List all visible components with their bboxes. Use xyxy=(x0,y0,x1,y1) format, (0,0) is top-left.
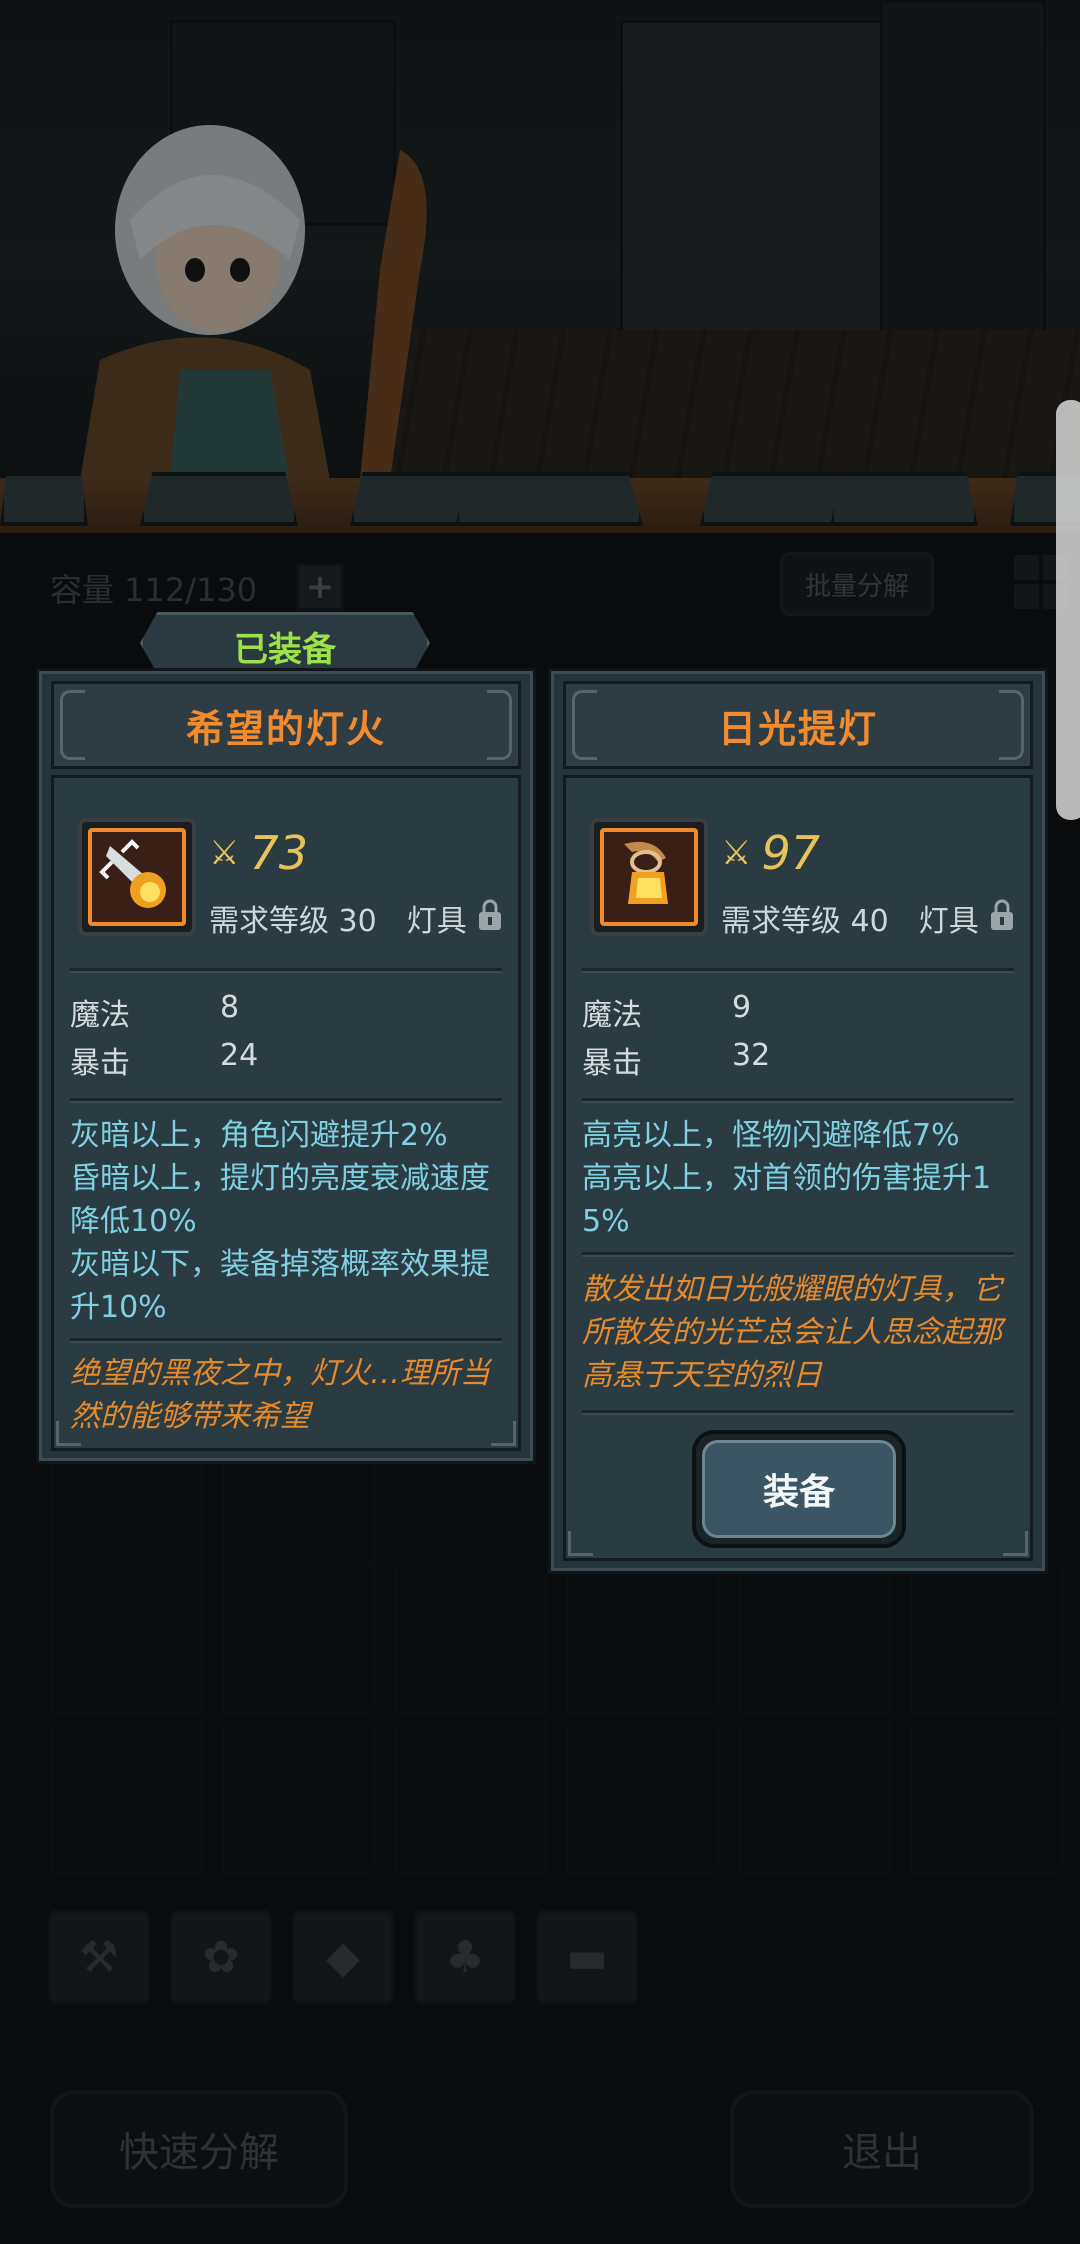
item-power: ⚔ 97 xyxy=(721,826,820,880)
stat-label: 暴击 xyxy=(582,1046,642,1081)
level-req-text: 需求等级 40 xyxy=(721,904,889,939)
item-name: 希望的灯火 xyxy=(185,706,386,751)
level-requirement: 需求等级 30 灯具 xyxy=(209,896,467,940)
stat-label: 暴击 xyxy=(70,1046,130,1081)
equip-button-label: 装备 xyxy=(702,1440,896,1538)
stat-value: 32 xyxy=(732,1038,771,1073)
lock-icon[interactable] xyxy=(988,898,1016,932)
equip-button[interactable]: 装备 xyxy=(692,1430,906,1548)
power-value: 97 xyxy=(761,826,821,880)
item-flavor-text: 散发出如日光般耀眼的灯具，它所散发的光芒总会让人思念起那高悬于天空的烈日 xyxy=(582,1272,1002,1393)
item-effects: 灰暗以上，角色闪避提升2% 昏暗以上，提灯的亮度衰减速度降低10% 灰暗以下，装… xyxy=(70,1118,490,1325)
stat-row: 暴击 24 xyxy=(70,1038,258,1082)
item-type: 灯具 xyxy=(918,904,979,939)
item-effects: 高亮以上，怪物闪避降低7% 高亮以上，对首领的伤害提升15% xyxy=(582,1118,992,1239)
item-name-header: 日光提灯 xyxy=(563,681,1033,769)
level-req-text: 需求等级 30 xyxy=(209,904,377,939)
item-name: 日光提灯 xyxy=(717,706,878,751)
stat-value: 24 xyxy=(220,1038,259,1073)
item-flavor-text: 绝望的黑夜之中，灯火…理所当然的能够带来希望 xyxy=(70,1356,490,1434)
stat-label: 魔法 xyxy=(70,998,130,1033)
lock-icon[interactable] xyxy=(476,898,504,932)
power-icon: ⚔ xyxy=(209,833,240,873)
power-icon: ⚔ xyxy=(721,833,752,873)
lantern-item-icon xyxy=(78,818,196,936)
sun-lantern-item-icon xyxy=(590,818,708,936)
item-power: ⚔ 73 xyxy=(209,826,308,880)
equipped-item-card: 希望的灯火 ⚔ 73 需求等级 30 灯具 魔法 8 暴击 24 灰暗以上，角色… xyxy=(36,668,536,1464)
stat-row: 暴击 32 xyxy=(582,1038,770,1082)
stat-label: 魔法 xyxy=(582,998,642,1033)
stat-value: 8 xyxy=(220,990,240,1025)
stat-row: 魔法 9 xyxy=(582,990,751,1034)
item-name-header: 希望的灯火 xyxy=(51,681,521,769)
stat-value: 9 xyxy=(732,990,752,1025)
equipped-tag: 已装备 xyxy=(120,612,450,674)
scrollbar-handle[interactable] xyxy=(1056,400,1080,820)
power-value: 73 xyxy=(249,826,309,880)
item-type: 灯具 xyxy=(406,904,467,939)
equipped-label: 已装备 xyxy=(234,630,336,670)
stat-row: 魔法 8 xyxy=(70,990,239,1034)
level-requirement: 需求等级 40 灯具 xyxy=(721,896,979,940)
